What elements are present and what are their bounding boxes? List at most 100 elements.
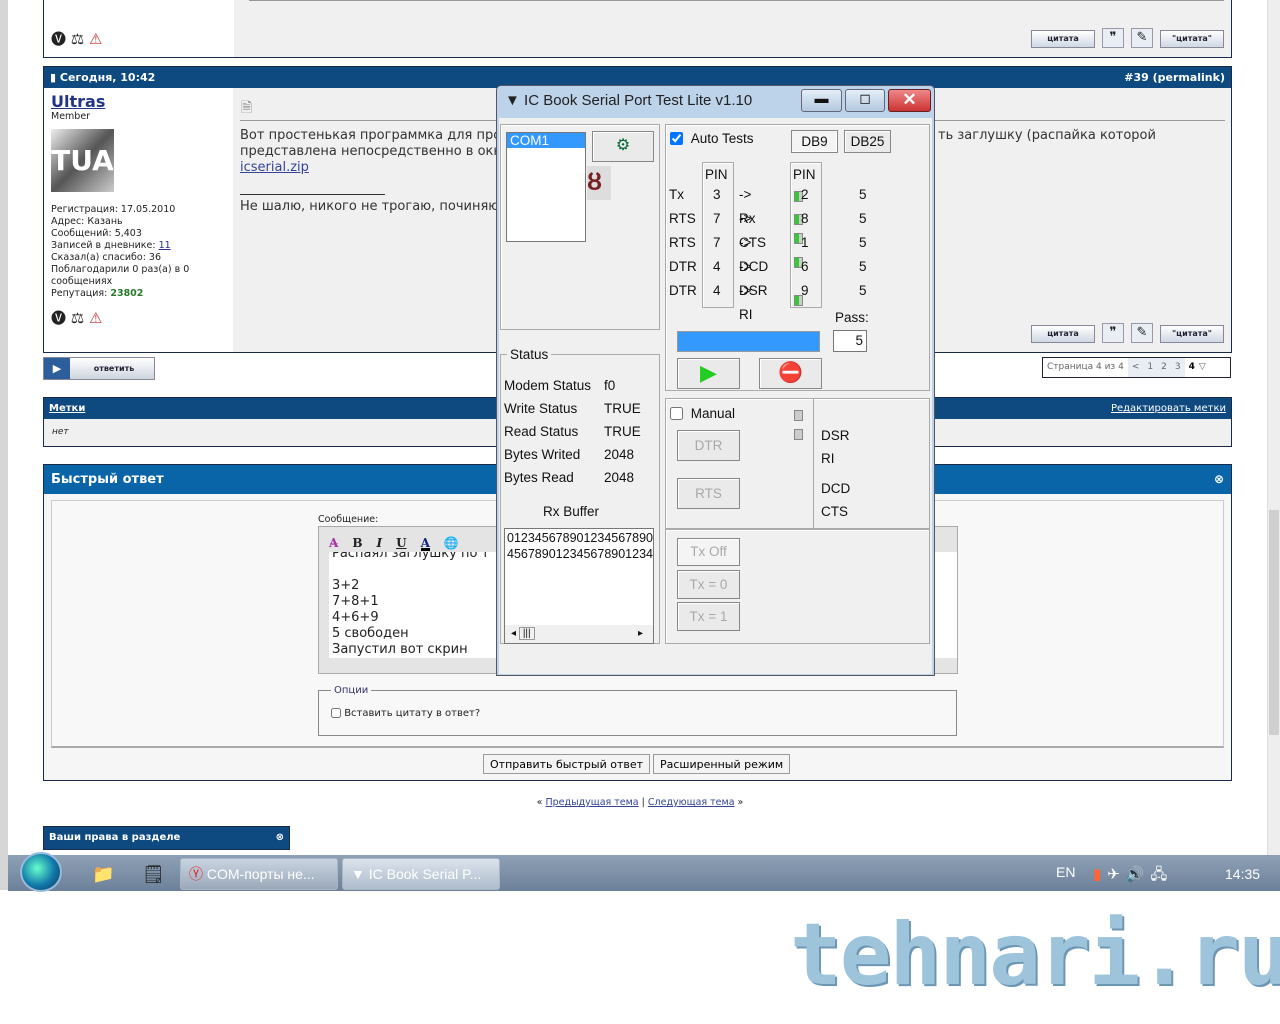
clock[interactable]: 14:35 [1225,866,1260,882]
prev-thread-link[interactable]: Предыдущая тема [545,797,638,808]
collapse-icon[interactable]: ⊗ [276,827,284,849]
font-color-button[interactable]: A [420,536,430,551]
next-thread-link[interactable]: Следующая тема [648,797,735,808]
underline-button[interactable]: U [396,536,406,551]
quote-button[interactable]: цитата [1031,325,1095,343]
port-list[interactable]: COM1 [506,132,586,242]
text: COM-порты не... [206,866,315,882]
text: 4 [713,259,721,274]
edit-tags-link[interactable]: Редактировать метки [1111,398,1226,419]
start-button[interactable] [20,852,62,892]
attachment-link[interactable]: icserial.zip [240,160,309,175]
page-1[interactable]: 1 [1143,358,1158,377]
edit-icon[interactable]: ✎ [1131,323,1153,343]
text: Tx [669,187,684,202]
quick-reply-title: Быстрый ответ [51,472,164,487]
language-indicator[interactable]: EN [1056,864,1075,880]
app-icon[interactable]: 🗒 [142,864,165,885]
page-scrollbar[interactable] [1267,0,1280,855]
pin-row: DTR 4 -> RI 9 5 [669,279,867,322]
rts-button[interactable]: RTS [677,478,740,509]
minimize-button[interactable]: ▬ [801,89,842,112]
permalink[interactable]: permalink [1158,71,1220,84]
italic-button[interactable]: I [376,536,382,551]
bold-button[interactable]: B [352,536,362,551]
page-prev[interactable]: < [1127,358,1144,377]
status-led [794,429,803,440]
rights-box: Ваши права в разделе ⊗ [43,826,290,850]
user-stat: сообщениях [51,276,113,287]
prev-post: 🅥 ⚖ ⚠ цитата ❞ ✎ "цитата" [43,0,1232,58]
rx-hscrollbar[interactable]: ◂ ||| ▸ [505,625,653,643]
thread-nav: « Предыдущая тема | Следующая тема » [0,797,1280,808]
multiquote-button[interactable]: "цитата" [1160,325,1224,343]
diary-link[interactable]: 11 [159,240,171,251]
browser-icon: Ⓨ [189,866,203,882]
post-number-link[interactable]: 39 [1133,71,1148,84]
plug-icon: ▼ [351,866,365,882]
arrow-icon: ▶ [44,358,70,379]
remove-format-icon[interactable]: A̶ [329,536,338,551]
text: -> RI [739,283,753,322]
pagination: Страница 4 из 4 < 1 2 3 4 ▽ [1042,357,1231,378]
port-item[interactable]: COM1 [507,133,585,148]
maximize-button[interactable]: ◻ [845,89,885,112]
message-label: Сообщение: [318,514,379,525]
multiquote-icon[interactable]: ❞ [1102,28,1124,48]
taskbar-item-browser[interactable]: Ⓨ COM-порты не... [180,858,338,890]
stop-button[interactable]: ⛔ [759,358,822,389]
settings-button[interactable]: ⚙ [592,131,654,162]
dtr-button[interactable]: DTR [677,430,740,461]
pass-field[interactable]: 5 [833,330,867,352]
taskbar-item-serial-test[interactable]: ▼ IC Book Serial P... [342,858,500,890]
manual-checkbox[interactable] [670,407,683,420]
submit-quick-reply-button[interactable]: Отправить быстрый ответ [483,754,651,774]
page-menu-icon[interactable]: ▽ [1199,358,1206,377]
text: DTR [669,283,697,298]
edit-icon[interactable]: ✎ [1131,28,1153,48]
close-button[interactable]: ✕ [888,89,931,112]
advanced-mode-button[interactable]: Расширенный режим [653,754,791,774]
multiquote-button[interactable]: "цитата" [1160,30,1224,48]
link-icon[interactable]: 🌐 [444,536,459,551]
text: f0 [604,378,616,393]
db25-button[interactable]: DB25 [844,130,891,153]
avatar[interactable]: TUA [51,129,114,192]
diary-label: Записей в дневнике: [51,240,159,251]
username[interactable]: Ultras [51,92,105,111]
options-legend: Опции [334,685,369,696]
text: 8 [801,211,809,226]
post-icon: ▮ [50,71,60,84]
db9-button[interactable]: DB9 [791,130,838,153]
post-doc-icon: 🗎 [241,100,253,116]
tx-off-button[interactable]: Tx Off [677,538,740,566]
text: DSR [821,428,850,443]
rep-value: 23802 [110,288,144,299]
serial-test-window: ▼ IC Book Serial Port Test Lite v1.10 ▬ … [496,85,935,676]
reply-button[interactable]: ▶ ответить [43,357,155,380]
user-stat: Поблагодарили 0 раз(а) в 0 [51,264,190,275]
auto-tests-checkbox[interactable] [670,132,683,145]
rx-buffer[interactable]: 01234567890123456789012 45678901234567890… [504,528,654,644]
tray-icons[interactable]: ▮✈🔊🖧 [1093,864,1173,889]
pin-row: RTS 7 -> DCD 1 5 [669,231,867,274]
user-rank: Member [51,111,91,122]
text: 7 [713,211,721,226]
options-fieldset: Опции Вставить цитату в ответ? [318,685,957,736]
text: 5 [859,211,867,226]
quote-button[interactable]: цитата [1031,30,1095,48]
page-label: Страница 4 из 4 [1047,362,1124,372]
quote-checkbox[interactable] [331,708,341,718]
collapse-icon[interactable]: ⊗ [1214,465,1224,494]
tx-0-button[interactable]: Tx = 0 [677,570,740,599]
explorer-icon[interactable]: 📁 [92,864,114,885]
page-3[interactable]: 3 [1170,358,1185,377]
start-button[interactable]: ▶ [677,358,740,389]
tags-title[interactable]: Метки [49,403,85,414]
page-2[interactable]: 2 [1157,358,1171,377]
tx-1-button[interactable]: Tx = 1 [677,602,740,631]
multiquote-icon[interactable]: ❞ [1102,323,1124,343]
window-title: IC Book Serial Port Test Lite v1.10 [524,92,753,109]
status-led [794,410,803,421]
text: 2048 [604,447,635,462]
